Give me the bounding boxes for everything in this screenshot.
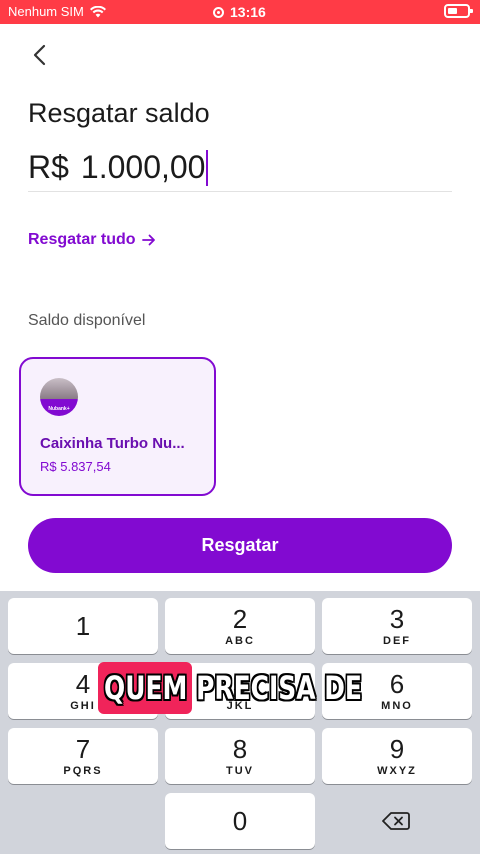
key-0[interactable]: 0 (165, 793, 315, 849)
numeric-keypad: 1 2 ABC 3 DEF 4 GHI 5 JKL 6 MNO 7 PQRS 8… (0, 591, 480, 854)
savings-box-avatar: Nubank+ (40, 378, 78, 416)
key-7[interactable]: 7 PQRS (8, 728, 158, 784)
arrow-right-icon (141, 234, 155, 246)
caption-text: QUEM PRECISA DE (104, 669, 362, 707)
delete-key[interactable] (321, 793, 471, 849)
page-title: Resgatar saldo (28, 98, 210, 128)
status-bar: Nenhum SIM 13:16 (0, 0, 480, 24)
savings-box-name: Caixinha Turbo Nu... (40, 435, 185, 452)
video-caption: QUEM PRECISA DE (98, 662, 429, 714)
savings-box-value: R$ 5.837,54 (40, 459, 111, 474)
savings-box-card[interactable]: Nubank+ Caixinha Turbo Nu... R$ 5.837,54 (19, 357, 216, 496)
backspace-icon (382, 812, 410, 830)
redeem-all-label: Resgatar tudo (28, 231, 136, 248)
battery-icon (444, 4, 473, 18)
text-cursor (206, 149, 209, 186)
key-1[interactable]: 1 (8, 598, 158, 654)
key-2[interactable]: 2 ABC (165, 598, 315, 654)
key-9[interactable]: 9 WXYZ (322, 728, 472, 784)
key-3[interactable]: 3 DEF (322, 598, 472, 654)
screen-recording-icon (213, 6, 224, 18)
currency-label: R$ (28, 149, 69, 185)
clock: 13:16 (230, 4, 266, 20)
wifi-icon (89, 5, 106, 17)
amount-value: 1.000,00 (80, 149, 206, 185)
avatar-badge: Nubank+ (48, 406, 70, 412)
back-button[interactable] (24, 40, 54, 70)
balance-section-label: Saldo disponível (28, 312, 146, 329)
redeem-all-link[interactable]: Resgatar tudo (28, 231, 156, 249)
carrier-label: Nenhum SIM (8, 4, 84, 19)
key-8[interactable]: 8 TUV (165, 728, 315, 784)
amount-input[interactable]: R$ 1.000,00 (28, 144, 452, 192)
redeem-button[interactable]: Resgatar (28, 518, 452, 573)
chevron-left-icon (33, 44, 46, 66)
